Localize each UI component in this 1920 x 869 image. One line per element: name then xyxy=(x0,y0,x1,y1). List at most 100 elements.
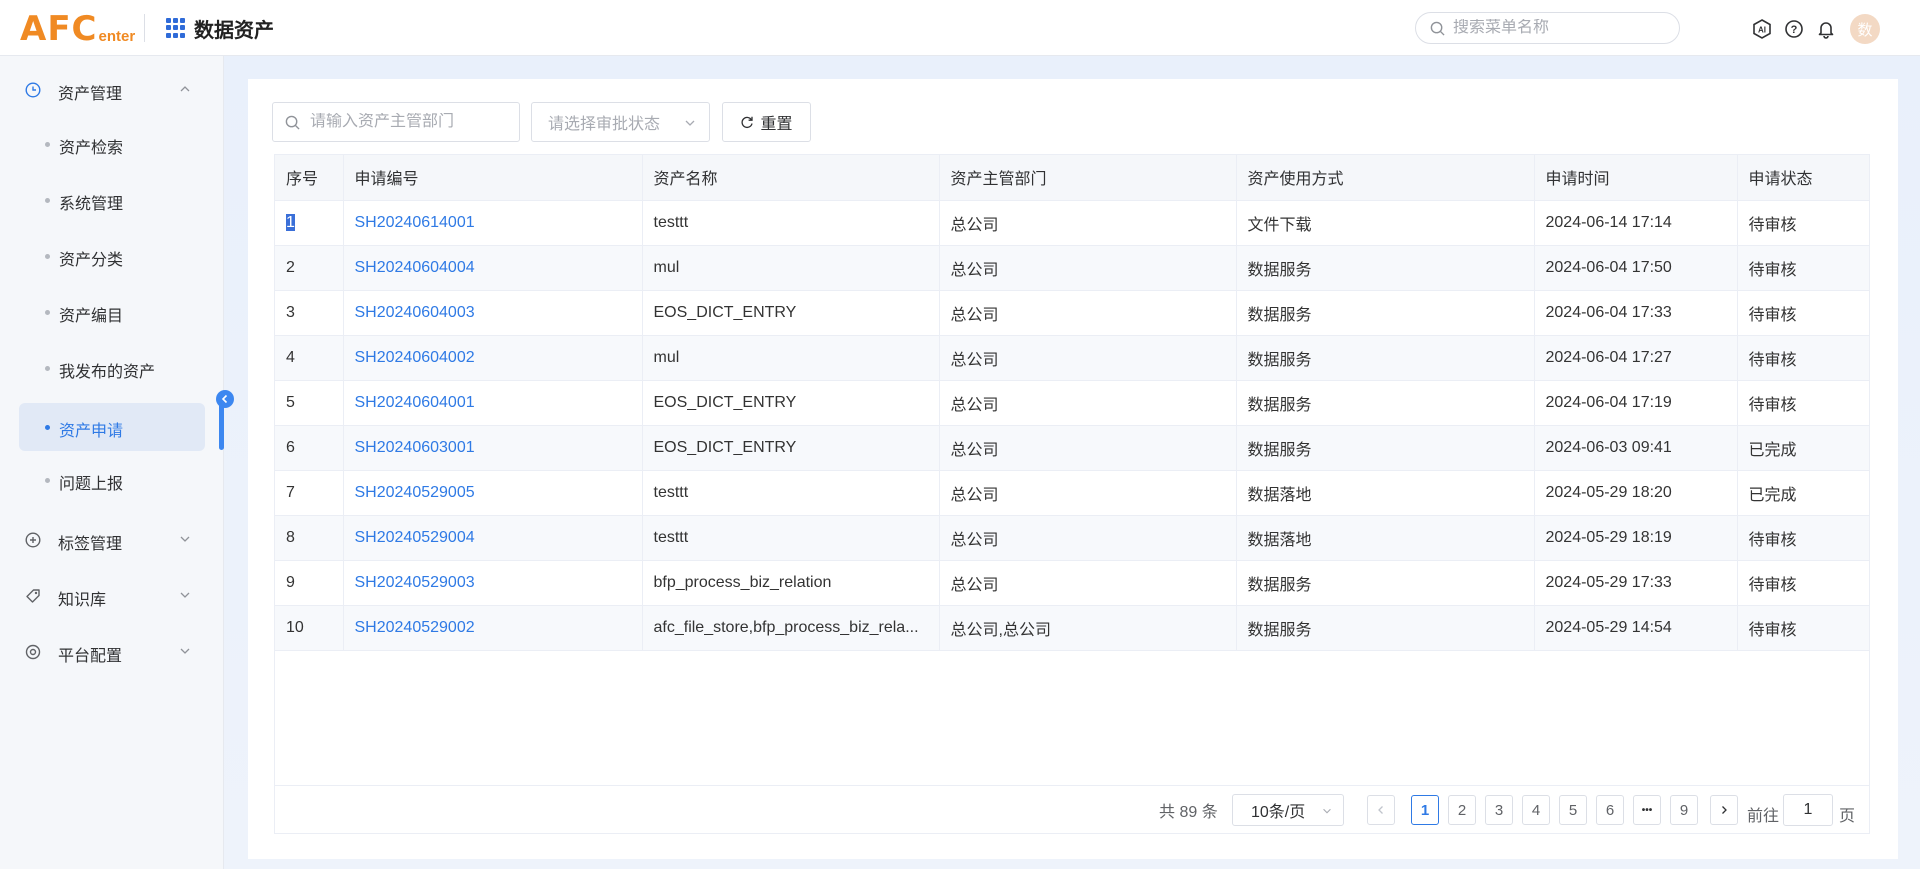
application-no-link[interactable]: SH20240604002 xyxy=(355,349,475,366)
sidebar-item-system-management[interactable]: 系统管理 xyxy=(19,176,205,224)
sidebar-group-knowledge-base[interactable]: 知识库 xyxy=(0,574,224,618)
cell-usage: 数据落地 xyxy=(1236,470,1535,516)
page-button-9[interactable]: 9 xyxy=(1670,795,1698,825)
table-row[interactable]: 5 SH20240604001 EOS_DICT_ENTRY 总公司 数据服务 … xyxy=(275,380,1870,426)
application-no-link[interactable]: SH20240614001 xyxy=(355,214,475,231)
sidebar-group-label: 平台配置 xyxy=(58,648,123,665)
search-icon xyxy=(1430,21,1445,36)
chevron-down-icon xyxy=(180,648,190,654)
page-button-3[interactable]: 3 xyxy=(1485,795,1513,825)
app-switcher[interactable]: 数据资产 xyxy=(166,0,274,56)
bullet-dot xyxy=(45,425,50,430)
cell-usage: 数据落地 xyxy=(1236,515,1535,561)
cell-asset-name: EOS_DICT_ENTRY xyxy=(642,290,940,336)
ai-assistant-icon[interactable]: AI xyxy=(1752,19,1772,39)
cell-index: 10 xyxy=(275,605,344,651)
table-row[interactable]: 9 SH20240529003 bfp_process_biz_relation… xyxy=(275,560,1870,606)
sidebar-item-asset-category[interactable]: 资产分类 xyxy=(19,232,205,280)
dept-filter-box[interactable] xyxy=(272,102,520,142)
goto-unit: 页 xyxy=(1839,808,1856,825)
bell-icon[interactable] xyxy=(1816,19,1836,39)
cell-status: 待审核 xyxy=(1737,200,1870,246)
cell-application-no: SH20240604001 xyxy=(343,380,643,426)
cell-application-no: SH20240604002 xyxy=(343,335,643,381)
app-grid-icon[interactable] xyxy=(166,18,186,38)
page-button-1[interactable]: 1 xyxy=(1411,795,1439,825)
col-header-asset-name: 资产名称 xyxy=(642,155,940,201)
bullet-dot xyxy=(45,478,50,483)
application-no-link[interactable]: SH20240604004 xyxy=(355,259,475,276)
page-button-6[interactable]: 6 xyxy=(1596,795,1624,825)
cell-usage: 数据服务 xyxy=(1236,290,1535,336)
sidebar-item-my-published-assets[interactable]: 我发布的资产 xyxy=(19,344,205,392)
table-row[interactable]: 6 SH20240603001 EOS_DICT_ENTRY 总公司 数据服务 … xyxy=(275,425,1870,471)
menu-search-box[interactable] xyxy=(1415,12,1680,44)
chevron-left-icon xyxy=(221,394,228,404)
cell-dept: 总公司 xyxy=(939,560,1237,606)
chevron-right-icon xyxy=(1722,806,1727,814)
cell-asset-name: testtt xyxy=(642,470,940,516)
sidebar-group-tag-management[interactable]: 标签管理 xyxy=(0,518,224,562)
menu-search-input[interactable] xyxy=(1453,19,1653,37)
table-row[interactable]: 2 SH20240604004 mul 总公司 数据服务 2024-06-04 … xyxy=(275,245,1870,291)
application-no-link[interactable]: SH20240529002 xyxy=(355,619,475,636)
cell-usage: 数据服务 xyxy=(1236,560,1535,606)
cell-status: 待审核 xyxy=(1737,605,1870,651)
sidebar-item-asset-application[interactable]: 资产申请 xyxy=(19,403,205,451)
cell-usage: 数据服务 xyxy=(1236,245,1535,291)
bullet-dot xyxy=(45,254,50,259)
application-no-link[interactable]: SH20240529004 xyxy=(355,529,475,546)
table-row[interactable]: 4 SH20240604002 mul 总公司 数据服务 2024-06-04 … xyxy=(275,335,1870,381)
cell-index: 5 xyxy=(275,380,344,426)
application-no-link[interactable]: SH20240604003 xyxy=(355,304,475,321)
cell-dept: 总公司,总公司 xyxy=(939,605,1237,651)
prev-page-button[interactable] xyxy=(1367,795,1395,825)
user-avatar[interactable]: 数 xyxy=(1850,14,1880,44)
cell-application-no: SH20240604004 xyxy=(343,245,643,291)
sidebar-group-platform-config[interactable]: 平台配置 xyxy=(0,630,224,674)
afcenter-logo[interactable]: AFC enter xyxy=(20,8,135,48)
application-no-link[interactable]: SH20240529005 xyxy=(355,484,475,501)
table-row[interactable]: 8 SH20240529004 testtt 总公司 数据落地 2024-05-… xyxy=(275,515,1870,561)
goto-page-input[interactable] xyxy=(1783,794,1833,826)
top-header: AFC enter 数据资产 AI ? 数 xyxy=(0,0,1920,56)
page-size-select[interactable]: 10条/页 xyxy=(1232,794,1344,826)
header-actions: AI ? 数 xyxy=(1752,14,1880,44)
sidebar-item-asset-catalog[interactable]: 资产编目 xyxy=(19,288,205,336)
next-page-button[interactable] xyxy=(1710,795,1738,825)
cell-status: 待审核 xyxy=(1737,380,1870,426)
sidebar-group-label: 知识库 xyxy=(58,592,107,609)
gear-icon xyxy=(25,644,41,660)
cell-usage: 数据服务 xyxy=(1236,425,1535,471)
dept-filter-input[interactable] xyxy=(310,113,510,131)
sidebar-item-issue-report[interactable]: 问题上报 xyxy=(19,456,205,504)
application-no-link[interactable]: SH20240604001 xyxy=(355,394,475,411)
table-row[interactable]: 10 SH20240529002 afc_file_store,bfp_proc… xyxy=(275,605,1870,651)
reset-button[interactable]: 重置 xyxy=(722,102,811,142)
status-filter-placeholder: 请选择审批状态 xyxy=(548,116,661,133)
help-icon[interactable]: ? xyxy=(1784,19,1804,39)
status-filter-select[interactable]: 请选择审批状态 xyxy=(531,102,710,142)
cell-usage: 数据服务 xyxy=(1236,380,1535,426)
table-row[interactable]: 7 SH20240529005 testtt 总公司 数据落地 2024-05-… xyxy=(275,470,1870,516)
cell-status: 已完成 xyxy=(1737,425,1870,471)
sidebar-collapse-button[interactable] xyxy=(216,390,234,408)
table-row[interactable]: 3 SH20240604003 EOS_DICT_ENTRY 总公司 数据服务 … xyxy=(275,290,1870,336)
cell-index: 2 xyxy=(275,245,344,291)
table-row[interactable]: 1 SH20240614001 testtt 总公司 文件下载 2024-06-… xyxy=(275,200,1870,246)
chevron-down-icon xyxy=(180,536,190,542)
application-no-link[interactable]: SH20240603001 xyxy=(355,439,475,456)
page-button-4[interactable]: 4 xyxy=(1522,795,1550,825)
goto-label: 前往 xyxy=(1747,808,1780,825)
cell-application-no: SH20240529005 xyxy=(343,470,643,516)
sidebar-group-label: 资产管理 xyxy=(58,86,123,103)
logo-text-sub: enter xyxy=(98,28,136,45)
application-no-link[interactable]: SH20240529003 xyxy=(355,574,475,591)
sidebar-item-asset-search[interactable]: 资产检索 xyxy=(19,120,205,168)
page-button-2[interactable]: 2 xyxy=(1448,795,1476,825)
cell-asset-name: afc_file_store,bfp_process_biz_rela... xyxy=(642,605,940,651)
header-divider xyxy=(144,14,145,42)
page-ellipsis-button[interactable]: ••• xyxy=(1633,795,1661,825)
page-button-5[interactable]: 5 xyxy=(1559,795,1587,825)
sidebar-group-asset-management[interactable]: 资产管理 xyxy=(0,68,224,112)
